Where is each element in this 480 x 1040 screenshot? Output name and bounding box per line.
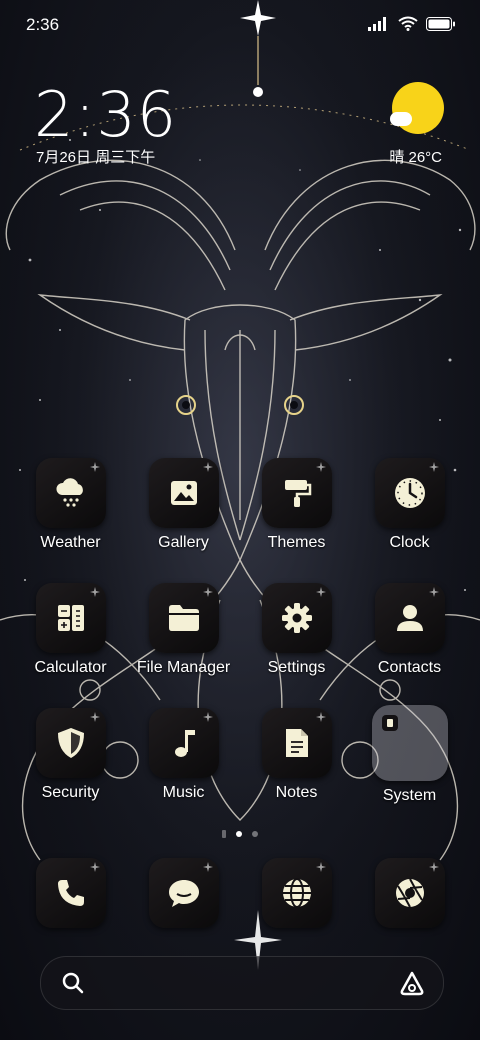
status-bar: 2:36: [0, 0, 480, 50]
paint-roller-icon[interactable]: [261, 458, 332, 528]
sparkle-icon: [89, 462, 100, 472]
app-folder-system[interactable]: System: [353, 705, 466, 805]
app-label: Notes: [275, 784, 318, 801]
app-label: Themes: [267, 534, 326, 551]
app-contacts[interactable]: Contacts: [353, 583, 466, 677]
clock-icon[interactable]: [374, 458, 445, 528]
sparkle-icon: [315, 862, 326, 872]
search-bar[interactable]: [40, 956, 444, 1010]
app-label: Music: [162, 784, 205, 801]
battery-icon: [426, 16, 455, 31]
sparkle-icon: [428, 587, 439, 597]
app-clock[interactable]: Clock: [353, 458, 466, 552]
sparkle-icon: [89, 862, 100, 872]
sparkle-icon: [89, 587, 100, 597]
folder-icon[interactable]: [148, 583, 219, 653]
app-music[interactable]: Music: [127, 708, 240, 802]
sparkle-icon: [202, 587, 213, 597]
sun-icon: [392, 82, 444, 134]
wifi-icon: [398, 16, 418, 31]
dock-camera[interactable]: [353, 858, 466, 928]
document-icon[interactable]: [261, 708, 332, 778]
weather-snow-cloud-icon[interactable]: [35, 458, 106, 528]
app-label: Calculator: [34, 659, 107, 676]
app-label: Clock: [389, 534, 430, 551]
app-label: System: [382, 787, 437, 804]
dock: [14, 858, 466, 932]
sparkle-icon: [89, 712, 100, 722]
person-icon[interactable]: [374, 583, 445, 653]
sparkle-icon: [428, 862, 439, 872]
voice-assistant-icon[interactable]: [399, 970, 425, 996]
shield-icon[interactable]: [35, 708, 106, 778]
app-notes[interactable]: Notes: [240, 708, 353, 802]
sparkle-icon: [202, 712, 213, 722]
message-icon[interactable]: [148, 858, 219, 928]
sparkle-icon: [202, 862, 213, 872]
dock-phone[interactable]: [14, 858, 127, 928]
gear-icon[interactable]: [261, 583, 332, 653]
clock-widget-date: 7月26日 周三下午: [36, 149, 156, 166]
app-label: Weather: [40, 534, 101, 551]
image-icon[interactable]: [148, 458, 219, 528]
weather-widget-sun-icon[interactable]: [390, 82, 444, 134]
camera-aperture-icon[interactable]: [374, 858, 445, 928]
page-dot: [222, 830, 226, 838]
status-time: 2:36: [26, 15, 60, 34]
app-weather[interactable]: Weather: [14, 458, 127, 552]
clock-widget-time[interactable]: 2:36: [34, 78, 177, 151]
phone-icon[interactable]: [35, 858, 106, 928]
mini-app-icon: [381, 715, 398, 731]
page-dot: [252, 831, 258, 837]
page-dot-active: [236, 831, 242, 837]
app-security[interactable]: Security: [14, 708, 127, 802]
weather-widget-text: 晴 26°C: [389, 149, 442, 166]
sparkle-icon: [202, 462, 213, 472]
calculator-icon[interactable]: [35, 583, 106, 653]
app-themes[interactable]: Themes: [240, 458, 353, 552]
app-calculator[interactable]: Calculator: [14, 583, 127, 677]
app-label: File Manager: [136, 659, 231, 676]
dock-browser[interactable]: [240, 858, 353, 928]
dock-messages[interactable]: [127, 858, 240, 928]
globe-icon[interactable]: [261, 858, 332, 928]
app-label: Contacts: [377, 659, 442, 676]
folder-grid-icon[interactable]: [371, 705, 448, 781]
app-gallery[interactable]: Gallery: [127, 458, 240, 552]
page-indicator[interactable]: [0, 830, 480, 838]
app-label: Settings: [267, 659, 326, 676]
app-settings[interactable]: Settings: [240, 583, 353, 677]
search-icon[interactable]: [61, 971, 85, 995]
app-file-manager[interactable]: File Manager: [127, 583, 240, 677]
status-icons: [368, 16, 456, 31]
sparkle-icon: [315, 712, 326, 722]
sparkle-icon: [315, 462, 326, 472]
cloud-icon: [390, 112, 412, 126]
app-label: Gallery: [158, 534, 209, 551]
signal-icon: [368, 16, 386, 31]
sparkle-icon: [315, 587, 326, 597]
music-note-icon[interactable]: [148, 708, 219, 778]
sparkle-icon: [428, 462, 439, 472]
app-label: Security: [41, 784, 100, 801]
